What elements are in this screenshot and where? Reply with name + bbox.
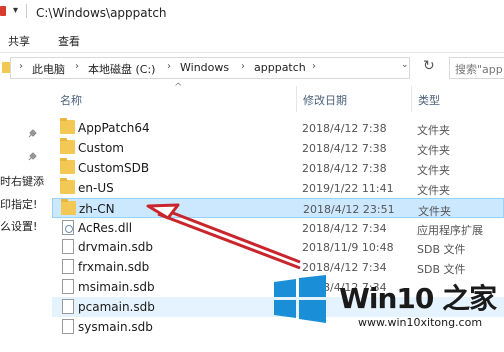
file-type: SDB 文件 — [417, 263, 466, 277]
folder-location-icon — [2, 62, 10, 73]
file-date: 2018/4/12 7:34 — [302, 221, 387, 235]
properties-icon[interactable] — [0, 6, 6, 16]
column-header-name[interactable]: 名称 — [60, 92, 82, 108]
windows-logo-icon — [274, 275, 326, 323]
file-date: 2019/1/22 11:41 — [302, 181, 394, 195]
folder-icon — [60, 118, 75, 134]
breadcrumb-windows[interactable]: Windows — [180, 61, 229, 74]
search-input[interactable]: 搜索"app — [455, 61, 503, 77]
folder-icon — [60, 177, 75, 194]
breadcrumb-local-disk[interactable]: 本地磁盘 (C:) — [88, 61, 155, 77]
file-name: drvmain.sdb — [78, 240, 153, 255]
quick-access-dropdown-icon[interactable]: ▾ — [13, 5, 18, 16]
nav-item[interactable]: 么设置! — [0, 218, 37, 234]
file-name: AppPatch64 — [78, 121, 150, 135]
file-name: CustomSDB — [78, 160, 150, 175]
file-type: 应用程序扩展 — [417, 223, 483, 237]
file-row[interactable]: zh-CN 2018/4/12 23:51 文件夹 — [52, 197, 504, 218]
file-type: SDB 文件 — [417, 243, 466, 257]
file-row[interactable]: drvmain.sdb 2018/11/9 10:48 SDB 文件 — [52, 237, 504, 257]
file-type: 文件夹 — [417, 124, 450, 137]
file-icon — [62, 239, 74, 255]
watermark-title: Win10 之家 — [339, 282, 497, 315]
file-date: 2018/4/12 7:38 — [302, 122, 387, 135]
file-row[interactable]: AcRes.dll 2018/4/12 7:34 应用程序扩展 — [52, 218, 504, 238]
column-divider[interactable] — [411, 86, 412, 112]
file-icon — [62, 319, 74, 334]
file-name: pcamain.sdb — [78, 300, 155, 315]
breadcrumb-chevron-icon[interactable]: › — [241, 61, 245, 72]
breadcrumb-chevron-icon[interactable]: › — [19, 61, 23, 72]
file-type: 文件夹 — [417, 163, 450, 177]
file-row[interactable]: en-US 2019/1/22 11:41 文件夹 — [52, 177, 504, 198]
pin-icon[interactable] — [27, 152, 37, 162]
pin-icon[interactable] — [27, 129, 37, 139]
file-name: zh-CN — [79, 201, 115, 216]
folder-icon — [60, 137, 75, 154]
nav-item[interactable]: 印指定! — [0, 196, 37, 212]
file-name: en-US — [78, 180, 114, 195]
file-row[interactable]: Custom 2018/4/12 7:38 文件夹 — [52, 137, 504, 158]
refresh-icon[interactable]: ↻ — [423, 58, 435, 74]
folder-icon — [61, 198, 76, 215]
file-name: msimain.sdb — [78, 280, 155, 295]
title-divider — [26, 4, 27, 18]
watermark-url: www.win10xitong.com — [358, 316, 483, 329]
file-date: 2018/4/12 7:34 — [302, 261, 387, 275]
file-name: AcRes.dll — [78, 220, 133, 235]
file-icon — [62, 259, 74, 275]
file-type: 文件夹 — [418, 204, 451, 218]
file-date: 2018/4/12 23:51 — [303, 202, 395, 216]
file-icon — [62, 299, 74, 315]
breadcrumb-apppatch[interactable]: apppatch — [254, 61, 306, 74]
breadcrumb-chevron-icon[interactable]: › — [312, 61, 316, 72]
file-date: 2018/4/12 7:38 — [302, 141, 387, 155]
file-icon — [62, 279, 74, 295]
column-header-date[interactable]: 修改日期 — [303, 92, 347, 108]
address-history-dropdown-icon[interactable]: ⌄ — [401, 60, 409, 70]
column-divider[interactable] — [296, 86, 297, 112]
file-row[interactable]: AppPatch64 2018/4/12 7:38 文件夹 — [52, 118, 504, 138]
folder-icon — [60, 157, 75, 174]
file-date: 2018/11/9 10:48 — [302, 241, 394, 255]
file-row[interactable]: CustomSDB 2018/4/12 7:38 文件夹 — [52, 157, 504, 178]
column-header-type[interactable]: 类型 — [418, 92, 440, 108]
file-name: frxmain.sdb — [78, 260, 150, 275]
breadcrumb-this-pc[interactable]: 此电脑 — [32, 61, 65, 77]
nav-item[interactable]: 时右键添 — [0, 173, 44, 189]
window-title: C:\Windows\apppatch — [36, 6, 167, 20]
file-name: Custom — [78, 140, 124, 155]
dll-icon — [62, 219, 74, 235]
file-type: 文件夹 — [417, 183, 450, 197]
sort-ascending-icon: ^ — [174, 82, 183, 93]
breadcrumb-chevron-icon[interactable]: › — [75, 61, 79, 72]
tab-share[interactable]: 共享 — [8, 33, 30, 49]
file-name: sysmain.sdb — [78, 320, 153, 334]
breadcrumb-chevron-icon[interactable]: › — [167, 61, 171, 72]
tab-view[interactable]: 查看 — [58, 33, 80, 49]
file-date: 2018/4/12 7:38 — [302, 161, 387, 175]
file-type: 文件夹 — [417, 143, 450, 157]
